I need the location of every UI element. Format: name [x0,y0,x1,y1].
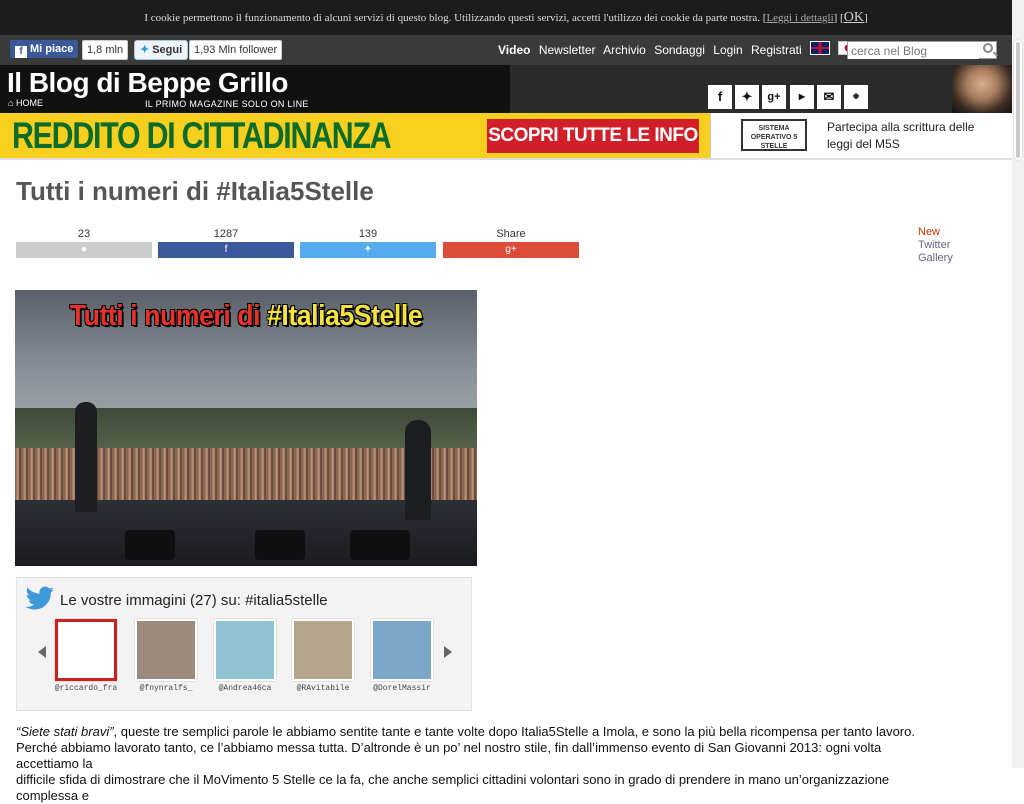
body-quote: “Siete stati bravi” [16,724,114,739]
google-plus-icon[interactable]: g+ [762,85,786,109]
thumb-handle[interactable]: @fnynralfs_ [131,684,201,693]
m5s-banner-line2: leggi del M5S [827,137,900,151]
banner-cta-button[interactable]: SCOPRI TUTTE LE INFO [487,119,699,153]
next-arrow-icon[interactable] [444,646,452,658]
search-input[interactable] [848,43,979,59]
twitter-follower-count: 1,93 Mln follower [189,40,283,60]
body-line1-rest: , queste tre semplici parole le abbiamo … [113,724,915,739]
twitter-follow-button[interactable]: ✦ Segui [134,40,189,60]
home-label: HOME [15,98,43,108]
thumb-handle[interactable]: @RAvitabile [288,684,358,693]
share-google-plus[interactable]: Share g+ [443,226,579,261]
google-plus-share-label: Share [443,226,579,242]
top-bar: f Mi piace 1,8 mln ✦ Segui 1,93 Mln follow… [0,35,1012,65]
scrollbar-thumb[interactable] [1014,40,1022,160]
image-thumb[interactable] [55,619,117,681]
nav-registrati[interactable]: Registrati [751,43,802,57]
m5s-banner[interactable]: SISTEMA OPERATIVO 5 STELLE Partecipa all… [710,113,1013,158]
image-thumb[interactable] [292,619,354,681]
hero-image: Tutti i numeri di #Italia5Stelle [15,290,477,566]
hero-stage-monitor [125,530,175,560]
sistema-operativo-badge: SISTEMA OPERATIVO 5 STELLE [741,119,807,151]
hero-speaker-right [405,420,431,520]
twitter-bird-icon [25,586,54,610]
cookie-details-link[interactable]: Leggi i dettagli [766,12,833,24]
twitter-share-count: 139 [300,226,436,242]
side-link-twitter[interactable]: Twitter [918,239,953,252]
side-link-new[interactable]: New [918,226,953,239]
google-plus-icon: g+ [443,242,579,258]
nav-archivio[interactable]: Archivio [603,43,646,57]
m5s-banner-text: Partecipa alla scrittura delle leggi del … [827,119,974,153]
beppe-grillo-avatar [952,65,1012,113]
widget-title: Le vostre immagini (27) su: #italia5stel… [60,592,328,609]
body-line: “Siete stati bravi”, queste tre semplici… [16,724,946,740]
side-link-gallery[interactable]: Gallery [918,252,953,265]
facebook-like-label: Mi piace [30,43,74,55]
hero-speaker-left [75,402,97,512]
banner-title: REDDITO DI CITTADINANZA [12,115,392,156]
hero-headline: Tutti i numeri di #Italia5Stelle [39,300,453,333]
article-body: “Siete stati bravi”, queste tre semplici… [16,724,946,804]
cookie-ok-button[interactable]: OK [844,10,864,25]
article-title: Tutti i numeri di #Italia5Stelle [16,176,374,206]
cookie-text: I cookie permettono il funzionamento di … [144,12,761,24]
hero-stage-monitor [255,530,305,560]
email-icon[interactable]: ✉ [817,85,841,109]
prev-arrow-icon[interactable] [38,646,46,658]
body-line: Perché abbiamo lavorato tanto, ce l’abbi… [16,740,882,771]
cookie-bar: I cookie permettono il funzionamento di … [0,0,1012,35]
nav-newsletter[interactable]: Newsletter [539,43,596,57]
facebook-share-count: 1287 [158,226,294,242]
twitter-bird-icon: ✦ [140,44,150,56]
nav-login[interactable]: Login [713,43,742,57]
hero-headline-part1: Tutti i numeri di [69,300,268,332]
scrollbar[interactable] [1012,0,1024,768]
comment-icon: ● [16,242,152,258]
facebook-icon: f [15,46,27,58]
youtube-icon[interactable]: ▶ [790,85,814,109]
image-thumb[interactable] [371,619,433,681]
thumb-handle[interactable]: @riccardo_fra [51,684,121,693]
nav-sondaggi[interactable]: Sondaggi [654,43,705,57]
facebook-like-count: 1,8 mln [82,40,129,60]
facebook-like-button[interactable]: f Mi piace [10,40,79,58]
header-social-area: f ✦ g+ ▶ ✉ ◉ [510,65,1012,113]
share-comments[interactable]: 23 ● [16,226,152,261]
divider [0,158,1012,160]
twitter-icon: ✦ [300,242,436,258]
comments-count: 23 [16,226,152,242]
search-icon[interactable] [983,43,993,53]
meetup-icon[interactable]: ◉ [844,85,868,109]
nav-video[interactable]: Video [498,43,530,57]
site-header: Il Blog di Beppe Grillo ⌂ HOME IL PRIMO … [0,65,1012,113]
twitter-images-widget: Le vostre immagini (27) su: #italia5stel… [16,577,472,711]
hero-stage-monitor [350,530,410,560]
uk-flag-icon[interactable] [810,41,831,55]
side-links: New Twitter Gallery [918,226,953,265]
twitter-icon[interactable]: ✦ [735,85,759,109]
thumb-handle[interactable]: @DorelMassir [367,684,437,693]
site-tagline: IL PRIMO MAGAZINE SOLO ON LINE [145,99,309,109]
home-icon: ⌂ [8,98,14,108]
hero-headline-part2: #Italia5Stelle [267,300,423,332]
facebook-icon: f [158,242,294,258]
share-twitter[interactable]: 139 ✦ [300,226,436,261]
site-logo[interactable]: Il Blog di Beppe Grillo [7,67,288,99]
image-thumb[interactable] [135,619,197,681]
image-thumb[interactable] [214,619,276,681]
top-nav: Video Newsletter Archivio Sondaggi Login… [498,35,863,65]
twitter-follow-label: Segui [152,44,183,56]
search-box [847,41,997,59]
facebook-icon[interactable]: f [708,85,732,109]
share-facebook[interactable]: 1287 f [158,226,294,261]
home-link[interactable]: ⌂ HOME [8,98,43,108]
body-line: difficile sfida di dimostrare che il MoV… [16,772,890,803]
m5s-banner-line1: Partecipa alla scrittura delle [827,120,975,134]
thumb-handle[interactable]: @Andrea46ca [210,684,280,693]
